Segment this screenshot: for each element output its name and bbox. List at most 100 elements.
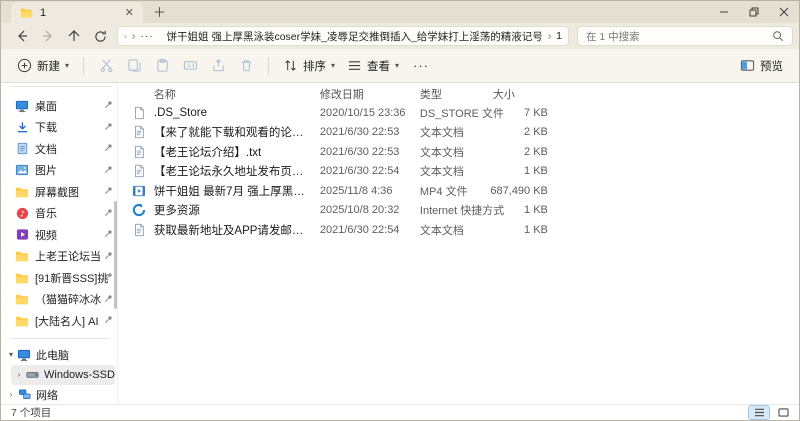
search-input[interactable]: 在 1 中搜索 bbox=[577, 26, 793, 46]
share-button[interactable] bbox=[204, 54, 232, 78]
sidebar-item-label: Windows-SSD bbox=[44, 368, 115, 381]
folder-icon bbox=[15, 292, 29, 306]
file-name[interactable]: 获取最新地址及APP请发邮箱自动获取.txt bbox=[154, 222, 320, 238]
rename-button[interactable]: A bbox=[176, 54, 204, 78]
sidebar-item-folder-dalu[interactable]: [大陆名人] AI bbox=[1, 310, 117, 332]
search-icon bbox=[773, 31, 784, 42]
refresh-button[interactable] bbox=[87, 25, 113, 47]
sidebar-item-pictures[interactable]: 图片 bbox=[1, 160, 117, 182]
drive-icon bbox=[25, 368, 39, 382]
copy-button[interactable] bbox=[120, 54, 148, 78]
file-name[interactable]: .DS_Store bbox=[154, 107, 320, 119]
explorer-tab[interactable]: 1 ✕ bbox=[11, 2, 143, 23]
file-row[interactable]: 【来了就能下载和观看的论坛，纯免费！】.txt 2021/6/30 22:53 … bbox=[130, 123, 799, 143]
pin-icon bbox=[104, 100, 113, 112]
back-button[interactable] bbox=[9, 25, 35, 47]
close-button[interactable] bbox=[769, 1, 799, 23]
file-row[interactable]: 更多资源 2025/10/8 20:32 Internet 快捷方式 1 KB bbox=[130, 201, 799, 221]
sidebar-item-downloads[interactable]: 下载 bbox=[1, 117, 117, 139]
sidebar-item-folder-laowang[interactable]: 上老王论坛当 bbox=[1, 246, 117, 268]
share-icon bbox=[212, 59, 224, 72]
sidebar-item-network[interactable]: › 网络 bbox=[1, 385, 117, 405]
sidebar-item-this-pc[interactable]: ▾ 此电脑 bbox=[1, 345, 117, 365]
minimize-button[interactable] bbox=[709, 1, 739, 23]
file-explorer-window: 1 ✕ ＋ › ··· 饼干姐姐 强上厚黑泳装coser学妹_凌辱足交推倒插入_… bbox=[0, 0, 800, 421]
file-date: 2025/11/8 4:36 bbox=[319, 184, 393, 197]
file-name[interactable]: 【来了就能下载和观看的论坛，纯免费！】.txt bbox=[154, 124, 320, 140]
file-size: 7 KB bbox=[524, 106, 548, 119]
sidebar-divider bbox=[11, 337, 109, 339]
file-row[interactable]: 饼干姐姐 最新7月 强上厚黑泳装coser学妹_凌... 2025/11/8 4… bbox=[130, 181, 799, 201]
delete-button[interactable] bbox=[232, 54, 260, 78]
restore-button[interactable] bbox=[739, 1, 769, 23]
scissors-icon bbox=[100, 59, 112, 73]
file-name[interactable]: 更多资源 bbox=[154, 202, 320, 218]
tab-close-icon[interactable]: ✕ bbox=[122, 6, 137, 19]
pin-icon bbox=[104, 143, 113, 155]
file-date: 2021/6/30 22:54 bbox=[319, 165, 400, 178]
column-header-name[interactable]: 名称 bbox=[154, 86, 320, 102]
paste-button[interactable] bbox=[148, 54, 176, 78]
view-toggle-group bbox=[748, 405, 793, 420]
sidebar-item-windows-ssd[interactable]: › Windows-SSD bbox=[11, 364, 115, 385]
chevron-collapsed-icon[interactable]: › bbox=[5, 390, 17, 399]
column-header-size[interactable]: 大小 bbox=[484, 86, 548, 102]
file-row[interactable]: .DS_Store 2020/10/15 23:36 DS_STORE 文件 7… bbox=[130, 103, 799, 123]
file-name[interactable]: 【老王论坛永久地址发布页】.txt bbox=[154, 163, 320, 179]
forward-button[interactable] bbox=[35, 25, 61, 47]
command-toolbar: 新建 ▾ A 排序 ▾ 查看 ▾ ··· 预览 bbox=[1, 49, 799, 83]
sidebar-item-documents[interactable]: 文档 bbox=[1, 138, 117, 160]
sidebar-scrollbar[interactable] bbox=[113, 201, 117, 309]
cut-button[interactable] bbox=[92, 54, 120, 78]
more-options-button[interactable]: ··· bbox=[405, 58, 437, 73]
details-view-button[interactable] bbox=[748, 405, 770, 420]
new-tab-button[interactable]: ＋ bbox=[153, 2, 166, 21]
address-breadcrumb-bar[interactable]: › ··· 饼干姐姐 强上厚黑泳装coser学妹_凌辱足交推倒插入_给学妹打上淫… bbox=[117, 26, 569, 46]
toolbar-separator bbox=[83, 56, 85, 75]
music-icon: ♪ bbox=[15, 206, 29, 220]
network-icon bbox=[17, 388, 31, 402]
sidebar-divider bbox=[11, 86, 111, 87]
breadcrumb-ellipsis[interactable]: ··· bbox=[140, 30, 154, 42]
search-placeholder: 在 1 中搜索 bbox=[586, 30, 640, 43]
pin-icon bbox=[104, 186, 113, 198]
video-file-icon bbox=[132, 185, 145, 196]
sidebar-item-videos[interactable]: 视频 bbox=[1, 224, 117, 246]
folder-icon bbox=[15, 249, 29, 263]
text-file-icon bbox=[134, 145, 144, 158]
text-file-icon bbox=[134, 165, 144, 178]
file-row[interactable]: 获取最新地址及APP请发邮箱自动获取.txt 2021/6/30 22:54 文… bbox=[130, 220, 799, 240]
file-list-pane: 名称 修改日期 类型 大小 .DS_Store 2020/10/15 23:36… bbox=[118, 83, 799, 404]
text-file-icon bbox=[134, 223, 144, 236]
sidebar-item-screenshots[interactable]: 屏幕截图 bbox=[1, 181, 117, 203]
file-icon bbox=[134, 106, 144, 119]
file-name[interactable]: 【老王论坛介绍】.txt bbox=[154, 144, 320, 160]
thumbnail-view-icon bbox=[777, 408, 789, 417]
chevron-expanded-icon[interactable]: ▾ bbox=[5, 350, 17, 359]
chevron-collapsed-icon[interactable]: › bbox=[13, 370, 25, 379]
file-type: MP4 文件 bbox=[419, 185, 468, 198]
view-button[interactable]: 查看 ▾ bbox=[341, 54, 405, 78]
file-row[interactable]: 【老王论坛介绍】.txt 2021/6/30 22:53 文本文档 2 KB bbox=[130, 142, 799, 162]
large-icons-view-button[interactable] bbox=[773, 406, 793, 419]
sort-button[interactable]: 排序 ▾ bbox=[277, 54, 341, 78]
sidebar-item-folder-91[interactable]: [91新晋SSS]挑 bbox=[1, 267, 117, 289]
column-header-type[interactable]: 类型 bbox=[420, 86, 484, 102]
sidebar-item-desktop[interactable]: 桌面 bbox=[1, 95, 117, 117]
new-button[interactable]: 新建 ▾ bbox=[11, 54, 75, 78]
file-name[interactable]: 饼干姐姐 最新7月 强上厚黑泳装coser学妹_凌... bbox=[154, 183, 320, 199]
internet-shortcut-icon bbox=[132, 204, 146, 217]
preview-toggle-button[interactable]: 预览 bbox=[734, 54, 789, 78]
breadcrumb-parent-folder[interactable]: 饼干姐姐 强上厚黑泳装coser学妹_凌辱足交推倒插入_给学妹打上淫荡的精液记号 bbox=[167, 29, 543, 44]
file-row[interactable]: 【老王论坛永久地址发布页】.txt 2021/6/30 22:54 文本文档 1… bbox=[130, 162, 799, 182]
folder-icon bbox=[15, 314, 29, 328]
tab-title: 1 bbox=[40, 6, 47, 19]
sidebar-item-music[interactable]: ♪ 音乐 bbox=[1, 203, 117, 225]
breadcrumb-chevron-icon: › bbox=[547, 30, 552, 42]
sidebar-item-folder-maomao[interactable]: （猫猫碎冰冰 bbox=[1, 289, 117, 311]
up-button[interactable] bbox=[61, 25, 87, 47]
breadcrumb-current-folder[interactable]: 1 bbox=[556, 30, 562, 42]
column-header-date[interactable]: 修改日期 bbox=[320, 86, 420, 102]
address-bar-row: › ··· 饼干姐姐 强上厚黑泳装coser学妹_凌辱足交推倒插入_给学妹打上淫… bbox=[1, 23, 799, 49]
paste-icon bbox=[156, 58, 168, 72]
